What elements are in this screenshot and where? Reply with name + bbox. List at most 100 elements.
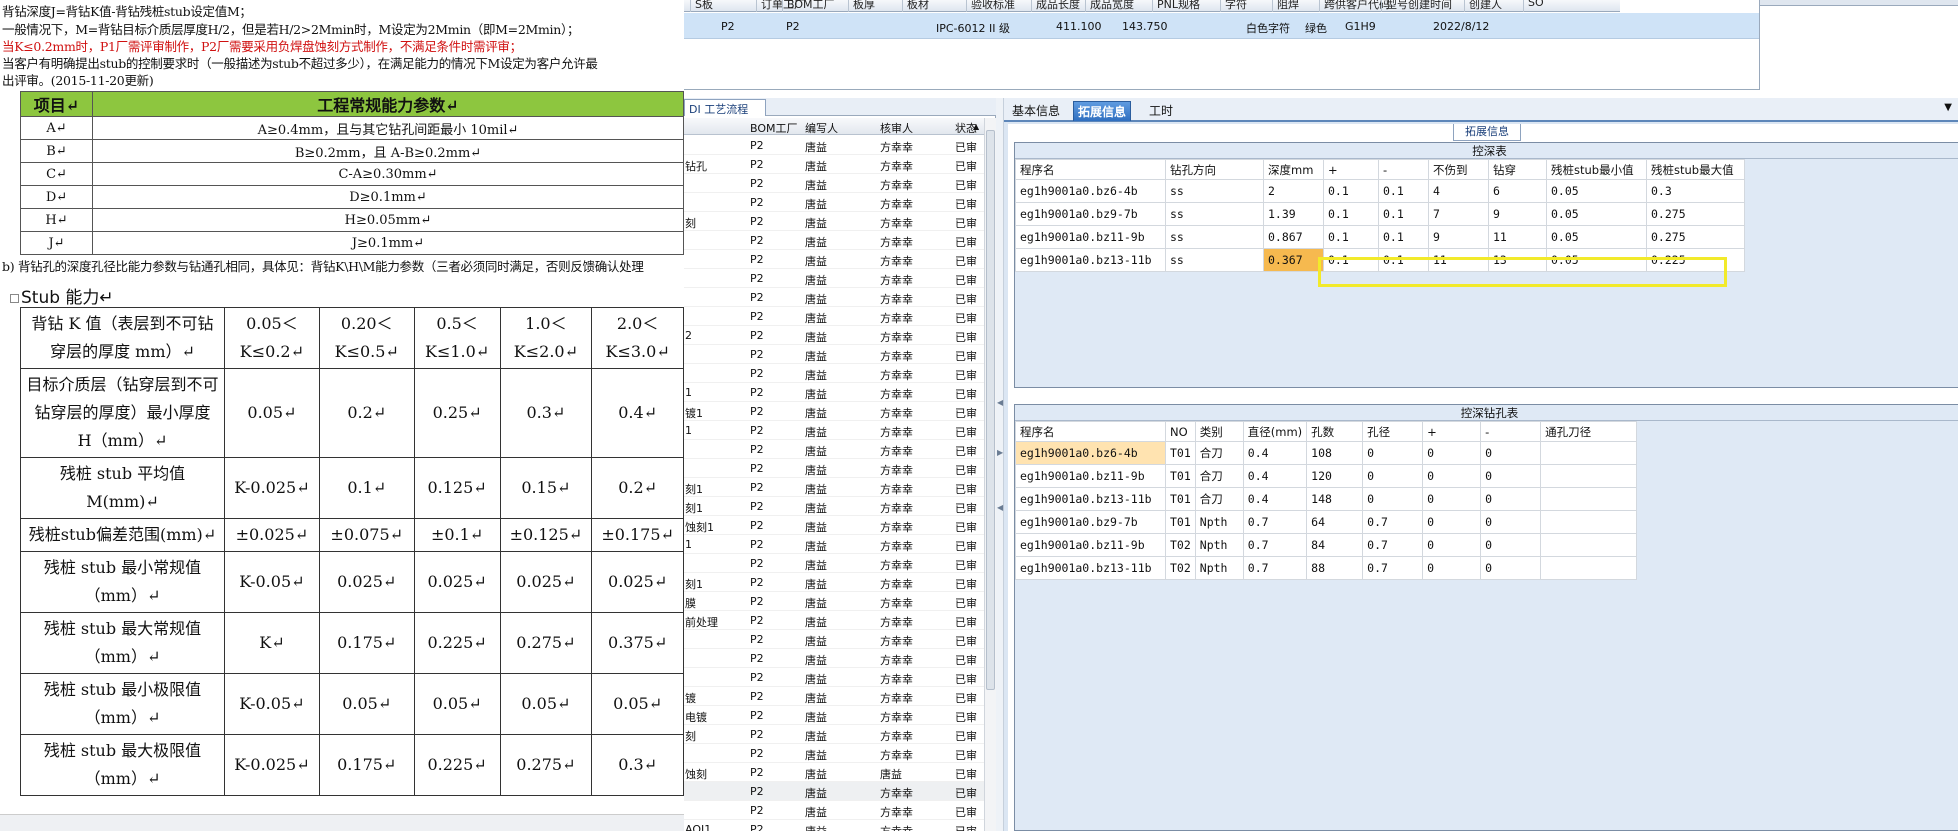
order-col-header[interactable]: 型号创建时间	[1381, 0, 1452, 12]
order-col-header[interactable]: 阻焊	[1272, 0, 1299, 12]
process-row[interactable]: 2 P2 唐益 方幸幸 已审	[684, 326, 984, 345]
grid-col-header[interactable]: 残桩stub最小值	[1546, 159, 1647, 180]
col-writer[interactable]: 编写人	[805, 120, 838, 136]
process-row[interactable]: 刻 P2 唐益 方幸幸 已审	[684, 212, 984, 231]
process-row[interactable]: P2 唐益 方幸幸 已审	[684, 649, 984, 668]
grid-cell[interactable]: 0	[1422, 556, 1482, 580]
tab-basic-info[interactable]: 基本信息	[1008, 101, 1064, 121]
process-row[interactable]: P2 唐益 方幸幸 已审	[684, 174, 984, 193]
process-row[interactable]: 1 P2 唐益 方幸幸 已审	[684, 535, 984, 554]
grid-cell[interactable]: ss	[1165, 179, 1264, 203]
grid-cell[interactable]: 0.275	[1646, 225, 1745, 249]
process-row[interactable]: 膜 P2 唐益 方幸幸 已审	[684, 592, 984, 611]
order-col-header[interactable]: 板厚	[848, 0, 875, 12]
grid-cell[interactable]: 148	[1306, 487, 1364, 511]
grid-col-header[interactable]: 深度mm	[1263, 159, 1324, 180]
process-row[interactable]: P2 唐益 方幸幸 已审	[684, 288, 984, 307]
grid-cell[interactable]: 0.4	[1242, 487, 1308, 511]
grid-cell[interactable]: 0	[1422, 487, 1482, 511]
collapse-right-icon[interactable]: ▶	[997, 448, 1003, 457]
grid-cell[interactable]: eg1h9001a0.bz13-11b	[1015, 248, 1166, 272]
process-row[interactable]: 刻1 P2 唐益 方幸幸 已审	[684, 573, 984, 592]
process-row[interactable]: P2 唐益 方幸幸 已审	[684, 136, 984, 155]
grid-cell[interactable]: T01	[1165, 464, 1196, 488]
grid-row[interactable]: eg1h9001a0.bz6-4b T01 合刀 0.4 108 0 0 0	[1015, 441, 1638, 465]
grid-cell[interactable]: 11	[1488, 225, 1547, 249]
process-row[interactable]: P2 唐益 方幸幸 已审	[684, 250, 984, 269]
grid-cell[interactable]	[1540, 556, 1638, 580]
order-col-header[interactable]: S板	[690, 0, 713, 12]
col-reviewer[interactable]: 核审人	[880, 120, 913, 136]
process-row[interactable]: 电镀 P2 唐益 方幸幸 已审	[684, 706, 984, 725]
grid-cell[interactable]: 0.867	[1263, 225, 1324, 249]
panel-splitter[interactable]: ◀ ▶ ◀	[996, 98, 1004, 831]
grid-cell[interactable]: 0	[1362, 487, 1424, 511]
grid-cell[interactable]: 0	[1422, 533, 1482, 557]
order-col-header[interactable]: 创建人	[1464, 0, 1502, 12]
grid-cell[interactable]: 0.275	[1646, 202, 1745, 226]
grid-row[interactable]: eg1h9001a0.bz6-4b ss 2 0.1 0.1 4 6 0.05 0.3	[1015, 179, 1745, 203]
grid-cell[interactable]: 0.7	[1242, 510, 1308, 534]
grid-cell[interactable]: eg1h9001a0.bz6-4b	[1015, 441, 1166, 465]
grid-cell[interactable]: 108	[1306, 441, 1364, 465]
grid-cell[interactable]: 0.3	[1646, 179, 1745, 203]
doc-horizontal-scrollbar[interactable]	[0, 814, 684, 831]
grid-cell[interactable]: eg1h9001a0.bz6-4b	[1015, 179, 1166, 203]
grid-cell[interactable]: 合刀	[1194, 487, 1244, 511]
grid-cell[interactable]: 0.1	[1323, 202, 1379, 226]
grid-cell[interactable]: 0.1	[1323, 225, 1379, 249]
grid-col-header[interactable]: 残桩stub最大值	[1646, 159, 1745, 180]
grid-cell[interactable]: ss	[1165, 248, 1264, 272]
grid-cell[interactable]: 0.05	[1546, 248, 1647, 272]
grid-cell[interactable]: 0.4	[1242, 464, 1308, 488]
grid-cell[interactable]: 1.39	[1263, 202, 1324, 226]
grid-col-header[interactable]: NO	[1165, 421, 1196, 442]
grid-cell[interactable]: 0.05	[1546, 225, 1647, 249]
process-row[interactable]: P2 唐益 方幸幸 已审	[684, 744, 984, 763]
process-row[interactable]: 1 P2 唐益 方幸幸 已审	[684, 421, 984, 440]
grid-cell[interactable]: T02	[1165, 533, 1196, 557]
grid-col-header[interactable]: 钻孔方向	[1165, 159, 1264, 180]
grid-cell[interactable]: 0.05	[1546, 179, 1647, 203]
grid-cell[interactable]: 0.1	[1378, 179, 1429, 203]
grid-cell[interactable]: 0	[1480, 510, 1542, 534]
grid-row[interactable]: eg1h9001a0.bz9-7b ss 1.39 0.1 0.1 7 9 0.05 0.275	[1015, 202, 1745, 226]
grid-cell[interactable]: ss	[1165, 202, 1264, 226]
order-col-header[interactable]: BOM工厂	[782, 0, 835, 12]
grid-cell[interactable]: 64	[1306, 510, 1364, 534]
grid-row[interactable]: eg1h9001a0.bz13-11b T01 合刀 0.4 148 0 0 0	[1015, 487, 1638, 511]
grid-cell[interactable]: 0	[1480, 556, 1542, 580]
process-row[interactable]: 镀1 P2 唐益 方幸幸 已审	[684, 402, 984, 421]
grid-cell[interactable]: 0.7	[1362, 510, 1424, 534]
grid-row[interactable]: eg1h9001a0.bz13-11b T02 Npth 0.7 88 0.7 0 0	[1015, 556, 1638, 580]
process-row[interactable]: 前处理 P2 唐益 方幸幸 已审	[684, 611, 984, 630]
grid-cell[interactable]: T01	[1165, 510, 1196, 534]
grid-cell[interactable]: eg1h9001a0.bz9-7b	[1015, 202, 1166, 226]
grid-cell[interactable]: Npth	[1194, 533, 1244, 557]
grid-cell[interactable]: 6	[1488, 179, 1547, 203]
order-col-header[interactable]: 字符	[1220, 0, 1247, 12]
order-col-header[interactable]: 成品宽度	[1085, 0, 1134, 12]
process-row[interactable]: 刻1 P2 唐益 方幸幸 已审	[684, 478, 984, 497]
grid-cell[interactable]: 0.7	[1242, 556, 1308, 580]
process-row[interactable]: 钻孔 P2 唐益 方幸幸 已审	[684, 155, 984, 174]
grid-cell[interactable]: 0	[1422, 510, 1482, 534]
grid-cell[interactable]: eg1h9001a0.bz13-11b	[1015, 487, 1166, 511]
grid-cell[interactable]: 13	[1488, 248, 1547, 272]
chevron-down-icon[interactable]: ▼	[1944, 102, 1952, 113]
grid-cell[interactable]: 0	[1480, 441, 1542, 465]
grid-cell[interactable]	[1540, 441, 1638, 465]
process-row[interactable]: P2 唐益 方幸幸 已审	[684, 345, 984, 364]
tab-extended-info[interactable]: 拓展信息	[1073, 101, 1132, 121]
grid-cell[interactable]: Npth	[1194, 556, 1244, 580]
grid-col-header[interactable]: +	[1422, 421, 1482, 442]
grid-col-header[interactable]: 孔数	[1306, 421, 1364, 442]
grid-cell[interactable]: 0	[1422, 464, 1482, 488]
order-col-header[interactable]: 跨供客户代码	[1319, 0, 1390, 12]
grid-col-header[interactable]: 直径(mm)	[1242, 421, 1308, 442]
grid-cell[interactable]: 120	[1306, 464, 1364, 488]
grid-cell[interactable]: 0.1	[1378, 248, 1429, 272]
grid-cell[interactable]: 88	[1306, 556, 1364, 580]
process-row[interactable]: 镀 P2 唐益 方幸幸 已审	[684, 687, 984, 706]
grid-cell[interactable]: 9	[1488, 202, 1547, 226]
